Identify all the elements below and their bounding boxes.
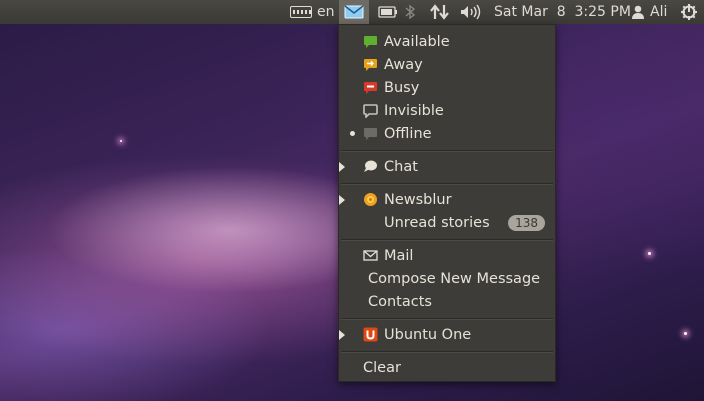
offline-icon: [364, 128, 377, 140]
menu-separator: [341, 351, 553, 353]
status-label: Offline: [384, 126, 432, 142]
mail-label: Mail: [384, 248, 414, 264]
status-busy[interactable]: Busy: [339, 77, 555, 99]
clock[interactable]: Sat Mar 8 3:25 PM: [494, 0, 631, 24]
contacts-label: Contacts: [368, 294, 432, 310]
status-away[interactable]: Away: [339, 54, 555, 76]
keyboard-indicator[interactable]: en: [290, 0, 335, 24]
messaging-menu: Available Away Busy Invisible Offline Ch…: [338, 24, 556, 382]
power-gear-icon: [681, 4, 697, 20]
unread-stories-item[interactable]: Unread stories 138: [339, 212, 555, 234]
star: [120, 140, 122, 142]
status-label: Invisible: [384, 103, 444, 119]
ubuntu-one-icon: [363, 327, 378, 342]
away-icon: [364, 59, 377, 71]
status-label: Available: [384, 34, 450, 50]
user-name: Ali: [650, 4, 668, 20]
clear-item[interactable]: Clear: [339, 357, 555, 379]
network-arrows-icon: [430, 4, 449, 20]
status-label: Away: [384, 57, 423, 73]
busy-icon: [364, 82, 377, 94]
menu-separator: [341, 239, 553, 241]
submenu-arrow-icon: [339, 195, 345, 205]
messaging-menu-button[interactable]: [339, 0, 369, 24]
keyboard-icon: [290, 6, 312, 18]
battery-icon: [378, 6, 397, 18]
compose-message-item[interactable]: Compose New Message: [339, 268, 555, 290]
keyboard-layout-label: en: [317, 4, 335, 20]
unread-stories-label: Unread stories: [384, 215, 490, 231]
menu-separator: [341, 318, 553, 320]
submenu-arrow-icon: [339, 162, 345, 172]
clock-label: Sat Mar 8 3:25 PM: [494, 4, 631, 20]
envelope-icon: [344, 5, 364, 19]
bluetooth-icon: [405, 4, 416, 20]
newsblur-label: Newsblur: [384, 192, 452, 208]
menu-separator: [341, 150, 553, 152]
ubuntu-one-label: Ubuntu One: [384, 327, 472, 343]
unread-count-badge: 138: [508, 215, 545, 231]
status-label: Busy: [384, 80, 420, 96]
sound-indicator[interactable]: [459, 0, 483, 24]
newsblur-icon: [364, 193, 377, 206]
star: [648, 252, 651, 255]
chat-item[interactable]: Chat: [339, 156, 555, 178]
submenu-arrow-icon: [339, 330, 345, 340]
session-menu[interactable]: [680, 0, 698, 24]
clear-label: Clear: [363, 360, 401, 376]
star: [684, 332, 687, 335]
available-icon: [364, 36, 377, 48]
battery-indicator[interactable]: [378, 0, 398, 24]
status-offline[interactable]: Offline: [339, 123, 555, 145]
status-available[interactable]: Available: [339, 31, 555, 53]
top-panel: en Sat Mar 8 3:25 PM Ali: [0, 0, 704, 24]
network-indicator[interactable]: [430, 0, 450, 24]
newsblur-item[interactable]: Newsblur: [339, 189, 555, 211]
ubuntu-one-item[interactable]: Ubuntu One: [339, 324, 555, 346]
contacts-item[interactable]: Contacts: [339, 291, 555, 313]
user-menu[interactable]: Ali: [632, 0, 667, 24]
menu-separator: [341, 183, 553, 185]
chat-label: Chat: [384, 159, 418, 175]
status-invisible[interactable]: Invisible: [339, 100, 555, 122]
bluetooth-indicator[interactable]: [404, 0, 416, 24]
user-icon: [632, 5, 644, 19]
compose-label: Compose New Message: [368, 271, 541, 287]
mail-item[interactable]: Mail: [339, 245, 555, 267]
volume-icon: [461, 4, 481, 20]
mail-icon: [363, 250, 378, 261]
invisible-icon: [363, 104, 378, 118]
selected-indicator: [350, 131, 355, 136]
chat-bubble-icon: [364, 160, 377, 172]
